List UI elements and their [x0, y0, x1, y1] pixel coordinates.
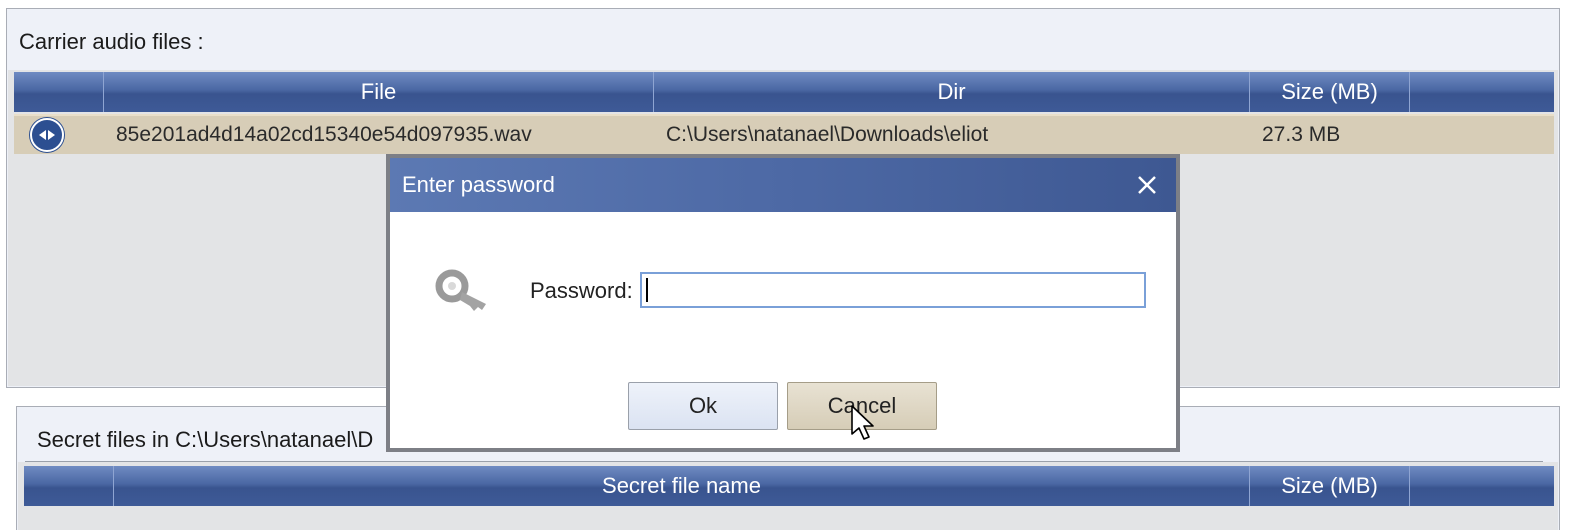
secret-column-header-name[interactable]: Secret file name — [114, 466, 1250, 506]
dialog-title-bar[interactable]: Enter password — [390, 158, 1176, 212]
dialog-title: Enter password — [402, 172, 555, 197]
column-header-dir[interactable]: Dir — [654, 72, 1250, 112]
column-header-file[interactable]: File — [104, 72, 654, 112]
row-icon-cell — [14, 116, 104, 154]
secret-column-header-icon[interactable] — [24, 466, 114, 506]
password-dialog: Enter password Password: Ok Cancel — [386, 154, 1180, 452]
column-header-extra[interactable] — [1410, 72, 1554, 112]
cancel-button[interactable]: Cancel — [787, 382, 937, 430]
extra-cell — [1410, 116, 1554, 154]
key-icon — [434, 264, 496, 314]
audio-file-icon — [30, 118, 64, 152]
table-row[interactable]: 85e201ad4d14a02cd15340e54d097935.wav C:\… — [14, 114, 1554, 154]
ok-button[interactable]: Ok — [628, 382, 778, 430]
size-cell: 27.3 MB — [1262, 123, 1341, 146]
dir-cell: C:\Users\natanael\Downloads\eliot — [666, 123, 989, 146]
carrier-grid-header: File Dir Size (MB) — [14, 72, 1554, 112]
password-input[interactable] — [640, 272, 1146, 308]
column-header-size[interactable]: Size (MB) — [1250, 72, 1410, 112]
file-name-cell: 85e201ad4d14a02cd15340e54d097935.wav — [116, 123, 532, 146]
close-icon[interactable] — [1132, 170, 1162, 200]
carrier-panel-title: Carrier audio files : — [19, 29, 204, 54]
column-header-icon[interactable] — [14, 72, 104, 112]
secret-column-header-extra[interactable] — [1410, 466, 1554, 506]
secret-column-header-size[interactable]: Size (MB) — [1250, 466, 1410, 506]
password-label: Password: — [530, 278, 633, 303]
text-caret — [646, 278, 648, 302]
secret-grid-header: Secret file name Size (MB) — [24, 466, 1554, 506]
secret-panel-title: Secret files in C:\Users\natanael\D — [37, 427, 374, 452]
